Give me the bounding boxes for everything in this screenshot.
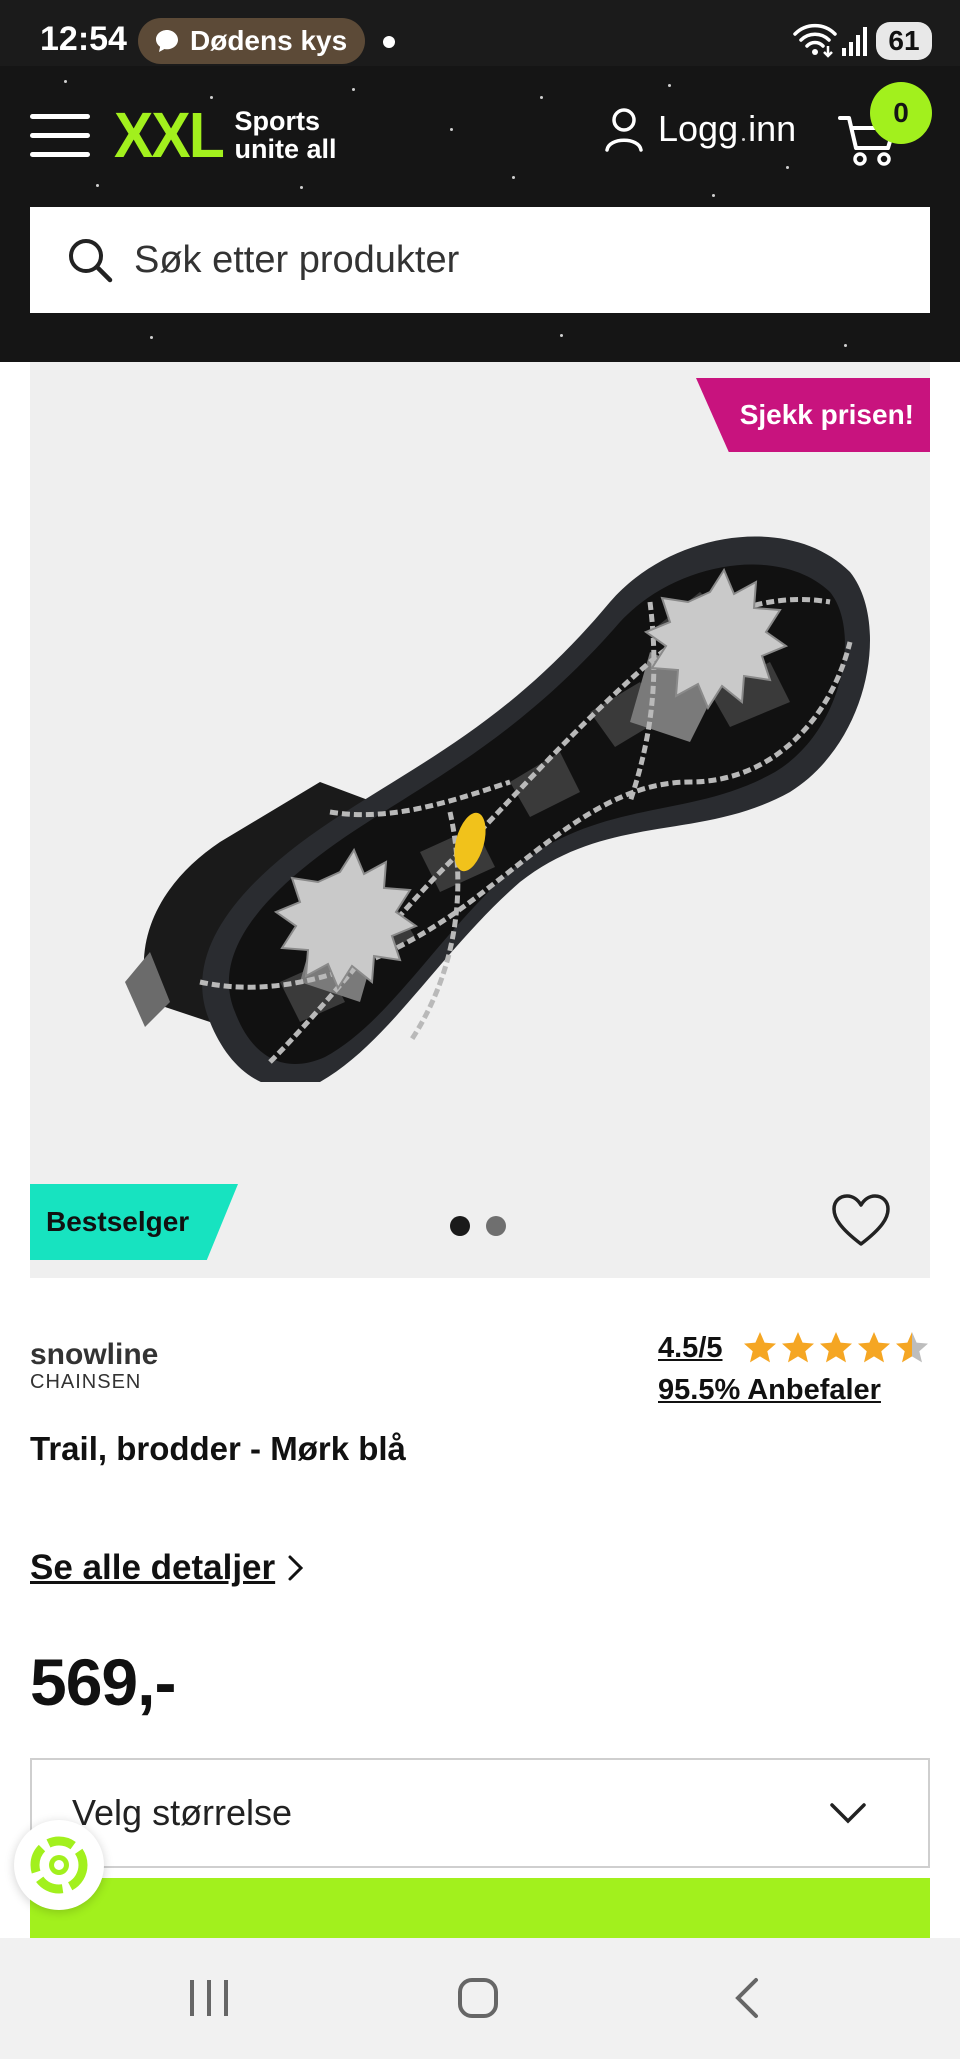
- media-notification-pill[interactable]: Dødens kys: [138, 18, 366, 64]
- chat-assistant-button[interactable]: [14, 1820, 104, 1910]
- logo-wordmark: XXL: [114, 99, 225, 171]
- chevron-down-icon: [830, 1803, 866, 1824]
- search-bar[interactable]: [30, 207, 930, 313]
- rating-score-link[interactable]: 4.5/5: [658, 1332, 723, 1365]
- details-link-label: Se alle detaljer: [30, 1548, 276, 1587]
- check-price-badge[interactable]: Sjekk prisen!: [696, 378, 930, 452]
- hamburger-menu-icon[interactable]: [30, 114, 90, 158]
- star-full-icon: [820, 1332, 852, 1363]
- heart-icon[interactable]: [830, 1192, 892, 1248]
- tagline-line2: unite all: [234, 134, 337, 164]
- see-all-details-link[interactable]: Se alle detaljer: [30, 1548, 305, 1588]
- chat-bubble-icon: [156, 30, 178, 52]
- brand-logo[interactable]: snowline CHAINSEN: [30, 1338, 159, 1393]
- wifi-icon: [793, 23, 837, 58]
- star-full-icon: [782, 1332, 814, 1363]
- signal-icon: [842, 27, 867, 56]
- status-bar: 12:54 Dødens kys 61: [0, 0, 960, 66]
- system-navigation-bar: [0, 1938, 960, 2059]
- size-select-placeholder: Velg størrelse: [72, 1792, 293, 1833]
- rating-stars: [742, 1330, 930, 1366]
- product-photo-crampon-shoe: [125, 536, 870, 1082]
- login-button[interactable]: Logg inn: [604, 106, 796, 152]
- media-text: Dødens kys: [190, 25, 348, 56]
- brand-name: snowline: [30, 1338, 159, 1371]
- xxl-logo[interactable]: XXL Sports unite all: [114, 98, 336, 172]
- cart-count-badge: 0: [870, 82, 932, 144]
- brand-subtitle: CHAINSEN: [30, 1371, 142, 1393]
- gallery-dot-active[interactable]: [450, 1216, 470, 1236]
- recent-apps-icon[interactable]: [186, 1976, 232, 2020]
- product-price: 569,-: [30, 1645, 176, 1719]
- login-label: Logg inn: [658, 108, 797, 149]
- search-input[interactable]: [132, 237, 896, 283]
- tagline-line1: Sports: [234, 106, 320, 136]
- gallery-dot[interactable]: [486, 1216, 506, 1236]
- home-icon[interactable]: [456, 1976, 500, 2020]
- back-icon[interactable]: [730, 1976, 764, 2020]
- logo-tagline: Sports unite all: [234, 107, 336, 163]
- product-image-gallery[interactable]: Sjekk prisen! Bestselger: [30, 362, 930, 1278]
- size-select[interactable]: Velg størrelse: [30, 1758, 930, 1868]
- battery-indicator: 61: [876, 22, 932, 60]
- status-time: 12:54: [40, 20, 127, 58]
- star-full-icon: [858, 1332, 890, 1363]
- notification-dot-icon: [383, 36, 395, 48]
- chevron-right-icon: [288, 1555, 304, 1581]
- bestseller-badge: Bestselger: [30, 1184, 238, 1260]
- star-half-icon: [896, 1332, 928, 1363]
- recommend-percentage-link[interactable]: 95.5% Anbefaler: [658, 1374, 881, 1407]
- product-title: Trail, brodder - Mørk blå: [30, 1430, 406, 1467]
- user-icon: [605, 108, 643, 152]
- star-full-icon: [744, 1332, 776, 1363]
- site-header: XXL Sports unite all Logg inn 0: [0, 66, 960, 362]
- assistant-icon: [30, 1836, 88, 1894]
- search-icon: [69, 239, 113, 283]
